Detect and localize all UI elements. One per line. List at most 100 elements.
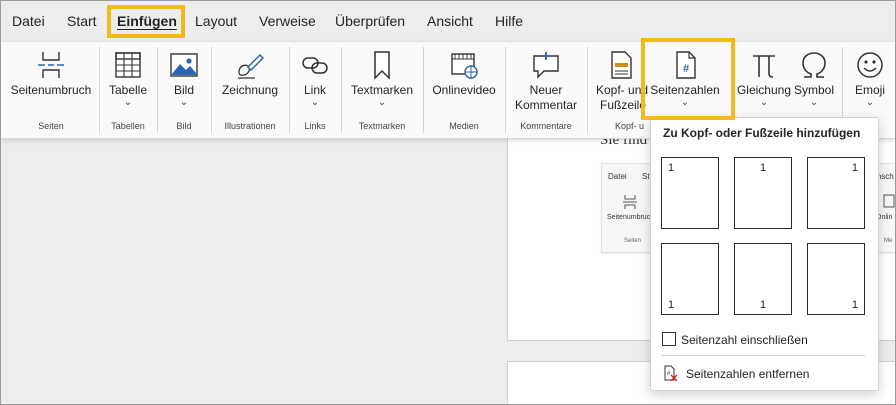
link-button[interactable]: Link ⌄ — [293, 42, 337, 124]
table-icon — [115, 52, 141, 78]
mini-page-break-icon — [623, 195, 637, 209]
group-divider — [505, 47, 506, 133]
menu-layout[interactable]: Layout — [195, 13, 237, 29]
thumb-number: 1 — [668, 299, 675, 311]
menu-einfuegen[interactable]: Einfügen — [117, 13, 177, 29]
menu-bar: Datei Start Einfügen Layout Verweise Übe… — [1, 1, 895, 41]
group-bild: Bild — [176, 121, 192, 131]
chevron-down-icon: ⌄ — [123, 97, 133, 108]
mini-video-icon — [883, 194, 895, 208]
page-numbers-dropdown: Zu Kopf- oder Fußzeile hinzufügen 1 1 1 … — [650, 117, 879, 391]
online-video-label: Onlinevideo — [432, 83, 496, 97]
chevron-down-icon: ⌄ — [377, 97, 387, 108]
thumb-number: 1 — [760, 299, 767, 311]
table-label: Tabelle — [108, 83, 148, 97]
equation-label: Gleichung — [736, 83, 792, 97]
group-medien: Medien — [449, 121, 479, 131]
thumb-number: 1 — [668, 162, 675, 174]
menu-hilfe[interactable]: Hilfe — [495, 13, 523, 29]
drawing-button[interactable]: Zeichnung — [215, 42, 285, 124]
menu-ansicht[interactable]: Ansicht — [427, 13, 473, 29]
menu-datei[interactable]: Datei — [12, 13, 45, 29]
page-number-bottom-right-option[interactable]: 1 — [807, 243, 865, 315]
header-footer-label-line1: Kopf- und — [596, 83, 649, 97]
drawing-icon — [238, 53, 265, 79]
group-illustrationen: Illustrationen — [224, 121, 276, 131]
page-number-top-right-option[interactable]: 1 — [807, 157, 865, 229]
chevron-down-icon: ⌄ — [680, 97, 690, 108]
symbol-button[interactable]: Symbol ⌄ — [791, 42, 837, 124]
page-number-icon: # — [676, 51, 696, 79]
page-break-button[interactable]: Seitenumbruch — [7, 42, 95, 124]
mini-me: Me — [884, 238, 893, 244]
mini-st: St — [642, 172, 650, 181]
thumb-number: 1 — [760, 162, 767, 174]
svg-text:#: # — [683, 63, 689, 75]
picture-label: Bild — [173, 83, 194, 97]
chevron-down-icon: ⌄ — [865, 97, 875, 108]
group-seiten: Seiten — [38, 121, 64, 131]
header-footer-label-line2: Fußzeile — [600, 98, 647, 112]
new-comment-label-line1: Neuer — [529, 83, 563, 97]
drawing-label: Zeichnung — [221, 83, 279, 97]
online-video-icon — [451, 53, 478, 79]
mini-seitenumbruch: Seitenumbruch — [607, 214, 655, 221]
header-footer-icon — [611, 51, 632, 79]
link-label: Link — [303, 83, 326, 97]
picture-icon — [170, 53, 198, 77]
group-divider — [423, 47, 424, 133]
group-kopf-fusszeile: Kopf- u — [615, 121, 645, 131]
include-page-number-label[interactable]: Seitenzahl einschließen — [681, 333, 808, 347]
group-divider — [587, 47, 588, 133]
page-number-top-left-option[interactable]: 1 — [661, 157, 719, 229]
remove-page-numbers-button[interactable]: Seitenzahlen entfernen — [686, 367, 809, 381]
picture-button[interactable]: Bild ⌄ — [161, 42, 207, 124]
online-video-button[interactable]: Onlinevideo — [427, 42, 501, 124]
group-links: Links — [304, 121, 326, 131]
mini-seiten: Seiten — [624, 238, 642, 244]
emoji-label: Emoji — [854, 83, 885, 97]
include-page-number-checkbox[interactable] — [662, 332, 676, 346]
bookmark-button[interactable]: Textmarken ⌄ — [345, 42, 419, 124]
chevron-down-icon: ⌄ — [759, 97, 769, 108]
page-break-label: Seitenumbruch — [10, 83, 92, 97]
pi-icon — [753, 55, 775, 78]
header-footer-button[interactable]: Kopf- und Fußzeile — [591, 42, 651, 124]
emoji-icon — [857, 52, 883, 78]
mini-datei: Datei — [608, 172, 627, 181]
link-icon — [302, 57, 328, 74]
thumb-number: 1 — [851, 299, 858, 311]
menu-verweise[interactable]: Verweise — [259, 13, 316, 29]
table-button[interactable]: Tabelle ⌄ — [103, 42, 153, 124]
chevron-down-icon: ⌄ — [809, 97, 819, 108]
new-comment-label-line2: Kommentar — [514, 98, 578, 112]
group-kommentare: Kommentare — [520, 121, 572, 131]
page-number-bottom-center-option[interactable]: 1 — [734, 243, 792, 315]
bookmark-icon — [374, 51, 390, 80]
comment-icon — [533, 52, 559, 79]
dropdown-title: Zu Kopf- oder Fußzeile hinzufügen — [663, 126, 861, 140]
new-comment-button[interactable]: Neuer Kommentar — [509, 42, 583, 124]
omega-icon — [802, 52, 826, 78]
group-divider — [341, 47, 342, 133]
group-divider — [211, 47, 212, 133]
menu-start[interactable]: Start — [67, 13, 97, 29]
dropdown-divider — [661, 355, 865, 356]
page-numbers-button[interactable]: # Seitenzahlen ⌄ — [649, 42, 721, 124]
emoji-button[interactable]: Emoji ⌄ — [847, 42, 893, 124]
group-tabellen: Tabellen — [111, 121, 145, 131]
chevron-down-icon: ⌄ — [179, 97, 189, 108]
page-number-bottom-left-option[interactable]: 1 — [661, 243, 719, 315]
group-textmarken: Textmarken — [358, 121, 406, 131]
menu-ueberpruefen[interactable]: Überprüfen — [335, 13, 405, 29]
equation-button[interactable]: Gleichung ⌄ — [735, 42, 793, 124]
remove-page-numbers-icon: # — [664, 365, 678, 381]
bookmark-label: Textmarken — [350, 83, 414, 97]
page-number-top-center-option[interactable]: 1 — [734, 157, 792, 229]
page-break-icon — [38, 52, 64, 78]
page-numbers-label: Seitenzahlen — [650, 83, 720, 97]
symbol-label: Symbol — [793, 83, 834, 97]
chevron-down-icon: ⌄ — [310, 97, 320, 108]
group-divider — [99, 47, 100, 133]
word-window: Datei Start Einfügen Layout Verweise Übe… — [0, 0, 896, 405]
